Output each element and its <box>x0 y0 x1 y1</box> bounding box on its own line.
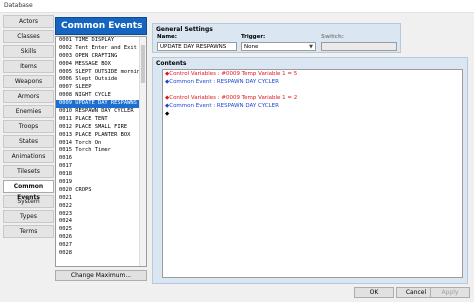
ok-button[interactable]: OK <box>354 287 394 298</box>
window-title: Database <box>4 2 33 9</box>
list-item[interactable]: 0016 <box>56 155 146 163</box>
list-item[interactable]: 0005 SLEPT OUTSIDE morning <box>56 69 146 77</box>
list-item[interactable]: 0002 Tent Enter and Exit <box>56 45 146 53</box>
general-settings-panel: General Settings Name: UPDATE DAY RESPAW… <box>152 23 401 53</box>
trigger-label: Trigger: <box>241 34 266 40</box>
trigger-dropdown[interactable]: None ▼ <box>241 42 316 51</box>
tab-troops[interactable]: Troops <box>3 120 54 133</box>
tab-armors[interactable]: Armors <box>3 90 54 103</box>
trigger-value: None <box>244 44 259 50</box>
list-item[interactable]: 0001 TIME DISPLAY <box>56 37 146 45</box>
event-command-line[interactable]: ◆Common Event : RESPAWN DAY CYCLER <box>163 102 462 110</box>
list-item[interactable]: 0028 <box>56 250 146 258</box>
tab-actors[interactable]: Actors <box>3 15 54 28</box>
event-command-line[interactable]: ◆Control Variables : #0009 Temp Variable… <box>163 94 462 102</box>
tab-terms[interactable]: Terms <box>3 225 54 238</box>
list-item[interactable]: 0024 <box>56 218 146 226</box>
list-item[interactable]: 0006 Slept Outside <box>56 76 146 84</box>
list-item[interactable]: 0018 <box>56 171 146 179</box>
list-item[interactable]: 0026 <box>56 234 146 242</box>
list-item[interactable]: 0021 <box>56 195 146 203</box>
list-scrollbar[interactable] <box>139 37 146 266</box>
list-item[interactable]: 0003 OPEN CRAFTING <box>56 53 146 61</box>
list-item[interactable]: 0025 <box>56 226 146 234</box>
list-item[interactable]: 0007 SLEEP <box>56 84 146 92</box>
tab-tilesets[interactable]: Tilesets <box>3 165 54 178</box>
list-item[interactable]: 0027 <box>56 242 146 250</box>
tab-items[interactable]: Items <box>3 60 54 73</box>
panel-header: Common Events <box>55 17 147 35</box>
list-item[interactable]: 0008 NIGHT CYCLE <box>56 92 146 100</box>
list-item[interactable]: 0019 <box>56 179 146 187</box>
event-command-line[interactable]: ◆ <box>163 110 462 118</box>
list-item[interactable]: 0011 PLACE TENT <box>56 116 146 124</box>
event-command-line[interactable]: ◆Common Event : RESPAWN DAY CYCLER <box>163 78 462 86</box>
event-command-line[interactable]: ◆Control Variables : #0009 Temp Variable… <box>163 70 462 78</box>
scrollbar-thumb[interactable] <box>141 45 145 83</box>
tab-common-events[interactable]: Common Events <box>3 180 54 201</box>
general-settings-header: General Settings <box>156 26 213 33</box>
contents-header: Contents <box>156 60 187 67</box>
switch-label: Switch: <box>321 34 344 40</box>
tab-animations[interactable]: Animations <box>3 150 54 163</box>
tab-types[interactable]: Types <box>3 210 54 223</box>
tab-weapons[interactable]: Weapons <box>3 75 54 88</box>
tab-states[interactable]: States <box>3 135 54 148</box>
list-item[interactable]: 0022 <box>56 203 146 211</box>
title-bar: Database <box>0 0 474 13</box>
list-item[interactable]: 0017 <box>56 163 146 171</box>
switch-field <box>321 42 397 51</box>
list-item[interactable]: 0010 RESPAWN DAY CYCLER <box>56 108 146 116</box>
list-item[interactable]: 0023 <box>56 211 146 219</box>
list-item[interactable]: 0020 CROPS <box>56 187 146 195</box>
event-command-line[interactable] <box>163 86 462 94</box>
list-item[interactable]: 0012 PLACE SMALL FIRE <box>56 124 146 132</box>
chevron-down-icon: ▼ <box>309 44 313 50</box>
tab-enemies[interactable]: Enemies <box>3 105 54 118</box>
list-item[interactable]: 0009 UPDATE DAY RESPAWNS <box>56 100 146 109</box>
list-item[interactable]: 0015 Torch Timer <box>56 147 146 155</box>
change-maximum-button[interactable]: Change Maximum... <box>55 270 147 281</box>
list-item[interactable]: 0013 PLACE PLANTER BOX <box>56 132 146 140</box>
name-field[interactable]: UPDATE DAY RESPAWNS <box>157 42 237 51</box>
tab-system[interactable]: System <box>3 195 54 208</box>
list-item[interactable]: 0014 Torch On <box>56 140 146 148</box>
list-item[interactable]: 0004 MESSAGE BOX <box>56 61 146 69</box>
name-label: Name: <box>157 34 177 40</box>
tab-classes[interactable]: Classes <box>3 30 54 43</box>
common-events-list[interactable]: 0001 TIME DISPLAY 0002 Tent Enter and Exi… <box>55 36 147 267</box>
event-commands-list[interactable]: ◆Control Variables : #0009 Temp Variable… <box>162 69 463 278</box>
contents-panel: Contents ◆Control Variables : #0009 Temp… <box>152 57 468 284</box>
database-tabs: Actors Classes Skills Items Weapons Armors Ene… <box>3 15 54 240</box>
common-events-panel: Common Events 0001 TIME DISPLAY 0002 Tent… <box>55 17 147 281</box>
apply-button[interactable]: Apply <box>430 287 470 298</box>
tab-skills[interactable]: Skills <box>3 45 54 58</box>
